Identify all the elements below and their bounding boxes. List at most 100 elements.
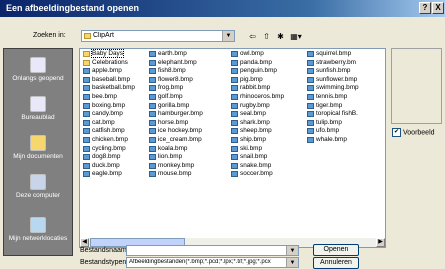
file-name: whale.bmp [316,135,347,143]
filetype-value: Afbeeldingbestanden(*.bmp;*.pcd;*.lpx;*.… [129,259,271,265]
up-folder-button[interactable]: ⇧ [261,31,272,43]
file-item[interactable]: cat.bmp [82,119,135,128]
file-item[interactable]: earth.bmp [148,50,203,59]
filename-input[interactable]: ▼ [126,245,299,256]
back-button[interactable]: ⇦ [247,31,258,43]
chevron-down-icon[interactable]: ▼ [286,258,298,267]
image-file-icon [83,162,90,169]
scroll-left-button[interactable]: ◀ [80,238,89,247]
file-item[interactable]: elephant.bmp [148,59,203,68]
file-item[interactable]: strawberry.bm [306,59,359,68]
file-item[interactable]: baseball.bmp [82,76,135,85]
new-folder-button[interactable]: ✱ [275,31,286,43]
scroll-right-button[interactable]: ▶ [376,238,385,247]
image-file-icon [149,128,156,135]
preview-checkbox[interactable]: ✔ Voorbeeld [392,128,435,137]
place-label: Mijn documenten [13,153,63,160]
file-item[interactable]: ship.bmp [230,136,284,145]
file-item[interactable]: mouse.bmp [148,170,203,179]
file-item[interactable]: basketball.bmp [82,84,135,93]
file-item[interactable]: owl.bmp [230,50,284,59]
file-item[interactable]: ice hockey.bmp [148,127,203,136]
chevron-down-icon[interactable]: ▼ [222,31,234,41]
file-item[interactable]: sunflower.bmp [306,76,359,85]
file-item[interactable]: tiger.bmp [306,102,359,111]
image-file-icon [307,85,314,92]
file-item[interactable]: catfish.bmp [82,127,135,136]
help-button[interactable]: ? [419,2,431,14]
file-item[interactable]: tennis.bmp [306,93,359,102]
file-name: gorilla.bmp [158,101,190,109]
file-item[interactable]: monkey.bmp [148,162,203,171]
file-item[interactable]: koala.bmp [148,145,203,154]
file-item[interactable]: sheep.bmp [230,127,284,136]
file-item[interactable]: Celebrations [82,59,135,68]
view-menu-button[interactable]: ▦▾ [288,31,304,43]
file-name: elephant.bmp [158,58,197,66]
place-computer[interactable]: Deze computer [4,174,72,200]
file-item[interactable]: rhinoceros.bmp [230,93,284,102]
filetype-dropdown[interactable]: Afbeeldingbestanden(*.bmp;*.pcd;*.lpx;*.… [126,257,299,268]
file-item[interactable]: apple.bmp [82,67,135,76]
file-item[interactable]: ice_cream.bmp [148,136,203,145]
file-item[interactable]: hamburger.bmp [148,110,203,119]
file-item[interactable]: chicken.bmp [82,136,135,145]
file-list[interactable]: Baby Days Celebrations apple.bmp baseball.b… [79,48,386,248]
file-item[interactable]: bee.bmp [82,93,135,102]
image-file-icon [149,93,156,100]
place-documents[interactable]: Mijn documenten [4,135,72,161]
file-item[interactable]: lion.bmp [148,153,203,162]
place-desktop[interactable]: Bureaublad [4,96,72,122]
file-item[interactable]: toropical fishB. [306,110,359,119]
file-item[interactable]: sunfish.bmp [306,67,359,76]
file-item[interactable]: soccer.bmp [230,170,284,179]
file-item[interactable]: dog8.bmp [82,153,135,162]
file-item[interactable]: frog.bmp [148,84,203,93]
file-item[interactable]: rugby.bmp [230,102,284,111]
file-name: mouse.bmp [158,170,192,178]
file-item[interactable]: swimming.bmp [306,84,359,93]
open-button[interactable]: Openen [313,244,359,256]
file-item[interactable]: snake.bmp [230,162,284,171]
place-recent[interactable]: Onlangs geopend [4,57,72,83]
preview-pane [391,48,442,124]
cancel-button[interactable]: Annuleren [313,257,359,269]
filename-label: Bestandsnaam: [80,247,129,254]
file-item[interactable]: tulip.bmp [306,119,359,128]
look-in-dropdown[interactable]: ClipArt ▼ [81,30,235,42]
file-item[interactable]: squirrel.bmp [306,50,359,59]
image-file-icon [231,171,238,178]
file-name: soccer.bmp [240,170,273,178]
file-item[interactable]: horse.bmp [148,119,203,128]
file-item[interactable]: fish8.bmp [148,67,203,76]
window-title: Een afbeeldingbestand openen [6,3,140,13]
file-name: snail.bmp [240,153,268,161]
place-network[interactable]: Mijn netwerklocaties [4,217,72,243]
file-item[interactable]: panda.bmp [230,59,284,68]
image-file-icon [149,59,156,66]
file-item[interactable]: ufo.bmp [306,127,359,136]
image-file-icon [231,68,238,75]
file-item[interactable]: Baby Days [82,49,135,59]
file-item[interactable]: gorilla.bmp [148,102,203,111]
file-item[interactable]: rabbit.bmp [230,84,284,93]
file-item[interactable]: penguin.bmp [230,67,284,76]
checkbox-icon[interactable]: ✔ [392,128,401,137]
file-item[interactable]: seal.bmp [230,110,284,119]
file-item[interactable]: eagle.bmp [82,170,135,179]
file-item[interactable]: whale.bmp [306,136,359,145]
file-item[interactable]: boxing.bmp [82,102,135,111]
file-item[interactable]: flower8.bmp [148,76,203,85]
file-item[interactable]: golf.bmp [148,93,203,102]
close-button[interactable]: X [432,2,444,14]
file-item[interactable]: pig.bmp [230,76,284,85]
file-name: flower8.bmp [158,75,193,83]
file-item[interactable]: snail.bmp [230,153,284,162]
file-item[interactable]: shark.bmp [230,119,284,128]
file-name: penguin.bmp [240,67,277,75]
file-item[interactable]: candy.bmp [82,110,135,119]
file-item[interactable]: cycling.bmp [82,145,135,154]
chevron-down-icon[interactable]: ▼ [286,246,298,255]
file-item[interactable]: duck.bmp [82,162,135,171]
file-item[interactable]: ski.bmp [230,145,284,154]
